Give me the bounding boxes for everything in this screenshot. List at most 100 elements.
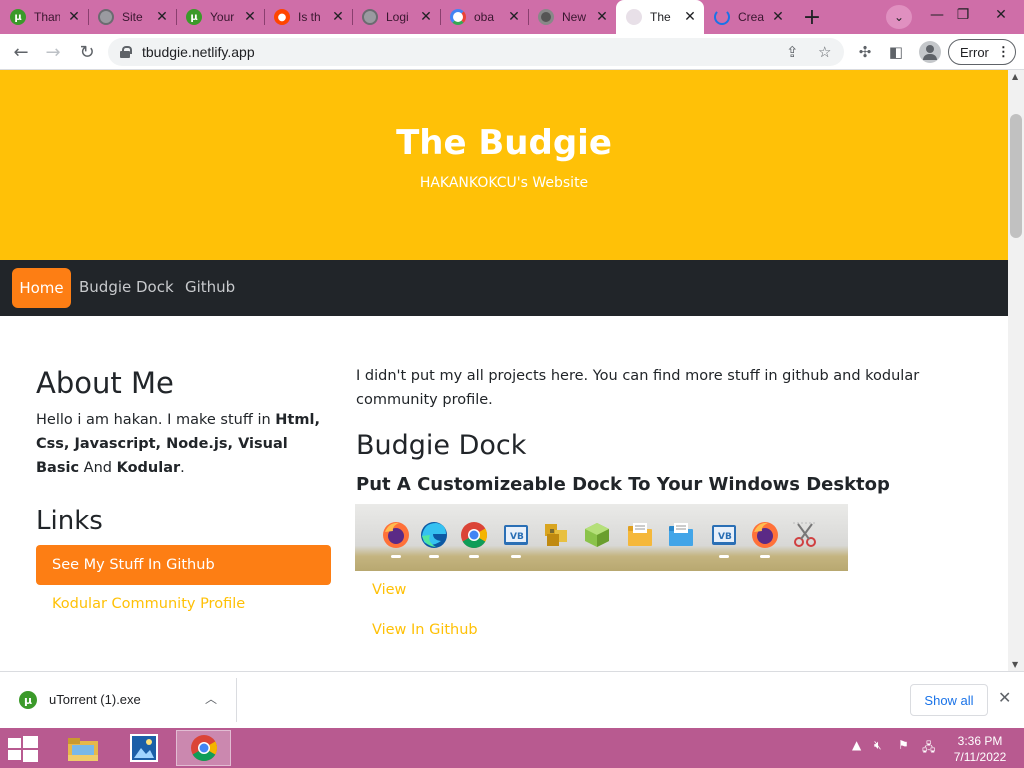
share-icon[interactable]: ⇪ <box>786 43 799 61</box>
tab-title: Logi <box>386 10 409 24</box>
about-text-part: . <box>180 460 185 476</box>
scroll-down-icon[interactable]: ▼ <box>1012 660 1018 669</box>
github-profile-button[interactable]: See My Stuff In Github <box>36 545 331 585</box>
volume-muted-icon[interactable]: 🔇︎ <box>874 738 882 753</box>
kodular-skill: Kodular <box>116 460 181 476</box>
svg-text:VB: VB <box>510 532 524 542</box>
tab-title: Your <box>210 10 235 24</box>
view-dock-github-link[interactable]: View In Github <box>372 622 478 638</box>
firefox-icon <box>752 522 778 548</box>
new-tab-button[interactable]: + <box>798 3 826 31</box>
restore-icon: ❐ <box>956 7 970 23</box>
tab-google[interactable]: oba ✕ <box>440 0 528 34</box>
links-heading: Links <box>36 506 103 536</box>
side-panel-icon[interactable]: ◧ <box>886 42 906 62</box>
show-hidden-icons-icon[interactable]: ▲ <box>852 738 861 752</box>
browser-toolbar: ← → ↻ tbudgie.netlify.app ⇪ ☆ ✣ ◧ Error … <box>0 34 1024 70</box>
bookmark-star-icon[interactable]: ☆ <box>818 43 831 61</box>
tab-title: Site <box>122 10 143 24</box>
nav-home[interactable]: Home <box>12 268 71 308</box>
running-indicator <box>511 555 521 558</box>
photo-app-button[interactable] <box>116 730 171 766</box>
file-explorer-button[interactable] <box>55 730 110 766</box>
close-icon[interactable]: ✕ <box>594 9 610 25</box>
scrollbar-thumb[interactable] <box>1010 114 1022 238</box>
lock-icon[interactable] <box>120 46 132 58</box>
extensions-icon[interactable]: ✣ <box>855 42 875 62</box>
tab-title: Thank <box>34 10 60 24</box>
page-scrollbar[interactable]: ▲ ▼ <box>1008 70 1024 671</box>
close-icon[interactable]: ✕ <box>242 9 258 25</box>
tab-search-button[interactable]: ⌄ <box>886 5 912 29</box>
chrome-taskbar-button[interactable] <box>176 730 231 766</box>
tab-title: Crea <box>738 10 764 24</box>
restore-button[interactable]: ❐ <box>946 0 980 30</box>
close-icon[interactable]: ✕ <box>682 9 698 25</box>
chevron-down-icon: ⌄ <box>893 10 905 24</box>
url-text: tbudgie.netlify.app <box>142 44 255 60</box>
tab-reddit[interactable]: ● Is th ✕ <box>264 0 352 34</box>
about-text-part: Hello i am hakan. I make stuff in <box>36 412 276 428</box>
close-icon[interactable]: ✕ <box>66 9 82 25</box>
show-all-button[interactable]: Show all <box>910 684 988 716</box>
close-icon[interactable]: ✕ <box>154 9 170 25</box>
snipping-tool-icon <box>793 522 817 547</box>
folder-icon <box>669 523 693 546</box>
chevron-up-icon[interactable]: ︿ <box>205 690 217 707</box>
download-filename[interactable]: uTorrent (1).exe <box>49 692 141 707</box>
address-bar[interactable]: tbudgie.netlify.app ⇪ ☆ <box>108 38 844 66</box>
close-icon[interactable]: ✕ <box>506 9 522 25</box>
running-indicator <box>429 555 439 558</box>
globe-icon <box>362 9 378 25</box>
close-window-button[interactable]: ✕ <box>984 0 1018 30</box>
budgie-icon <box>626 9 642 25</box>
tab-thank[interactable]: µ Thank ✕ <box>0 0 88 34</box>
google-icon <box>450 9 466 25</box>
view-dock-link[interactable]: View <box>372 582 406 598</box>
site-header: The Budgie HAKANKOKCU's Website <box>0 70 1008 260</box>
minimize-icon: — <box>930 7 944 23</box>
reload-button[interactable]: ↻ <box>74 39 100 65</box>
site-navbar: Home Budgie Dock Github <box>0 260 1008 316</box>
nav-budgie-dock[interactable]: Budgie Dock <box>79 278 174 296</box>
tab-new[interactable]: New ✕ <box>528 0 616 34</box>
close-icon[interactable]: ✕ <box>770 9 786 25</box>
close-icon[interactable]: ✕ <box>418 9 434 25</box>
divider <box>236 678 237 722</box>
reload-icon: ↻ <box>79 41 95 63</box>
windows-start-icon[interactable] <box>8 736 38 762</box>
utorrent-icon: µ <box>19 691 37 709</box>
kodular-profile-link[interactable]: Kodular Community Profile <box>52 596 245 612</box>
running-indicator <box>469 555 479 558</box>
close-icon[interactable]: ✕ <box>998 688 1011 707</box>
profile-avatar-icon[interactable] <box>919 41 941 63</box>
about-text-part: And <box>79 460 117 476</box>
reddit-icon: ● <box>274 9 290 25</box>
tab-the-budgie[interactable]: The ✕ <box>616 0 704 34</box>
clock-time: 3:36 PM <box>957 734 1003 748</box>
folder-icon <box>628 523 652 546</box>
error-chip[interactable]: Error ⋮ <box>948 39 1016 65</box>
scroll-up-icon[interactable]: ▲ <box>1012 72 1018 81</box>
vb-icon: VB <box>504 525 528 545</box>
system-clock[interactable]: 3:36 PM 7/11/2022 <box>950 733 1010 765</box>
close-icon[interactable]: ✕ <box>330 9 346 25</box>
tab-login[interactable]: Logi ✕ <box>352 0 440 34</box>
tab-title: Is th <box>298 10 321 24</box>
intro-text: I didn't put my all projects here. You c… <box>356 368 920 408</box>
action-center-flag-icon[interactable]: ⚑ <box>898 738 909 752</box>
vb-icon: VB <box>712 525 736 545</box>
back-button[interactable]: ← <box>8 39 34 65</box>
nav-github[interactable]: Github <box>185 278 235 296</box>
clock-date: 7/11/2022 <box>953 750 1007 764</box>
cube-icon <box>585 523 609 547</box>
file-explorer-icon <box>67 738 98 761</box>
edge-icon <box>421 522 447 548</box>
windows-taskbar: ▲ 🔇︎ ⚑ 🖧︎ 3:36 PM 7/11/2022 <box>0 728 1024 768</box>
network-icon[interactable]: 🖧︎ <box>922 738 935 759</box>
tab-site[interactable]: Site ✕ <box>88 0 176 34</box>
tab-create[interactable]: Crea ✕ <box>704 0 792 34</box>
forward-button[interactable]: → <box>40 39 66 65</box>
tab-your[interactable]: µ Your ✕ <box>176 0 264 34</box>
photo-app-icon <box>129 734 158 762</box>
